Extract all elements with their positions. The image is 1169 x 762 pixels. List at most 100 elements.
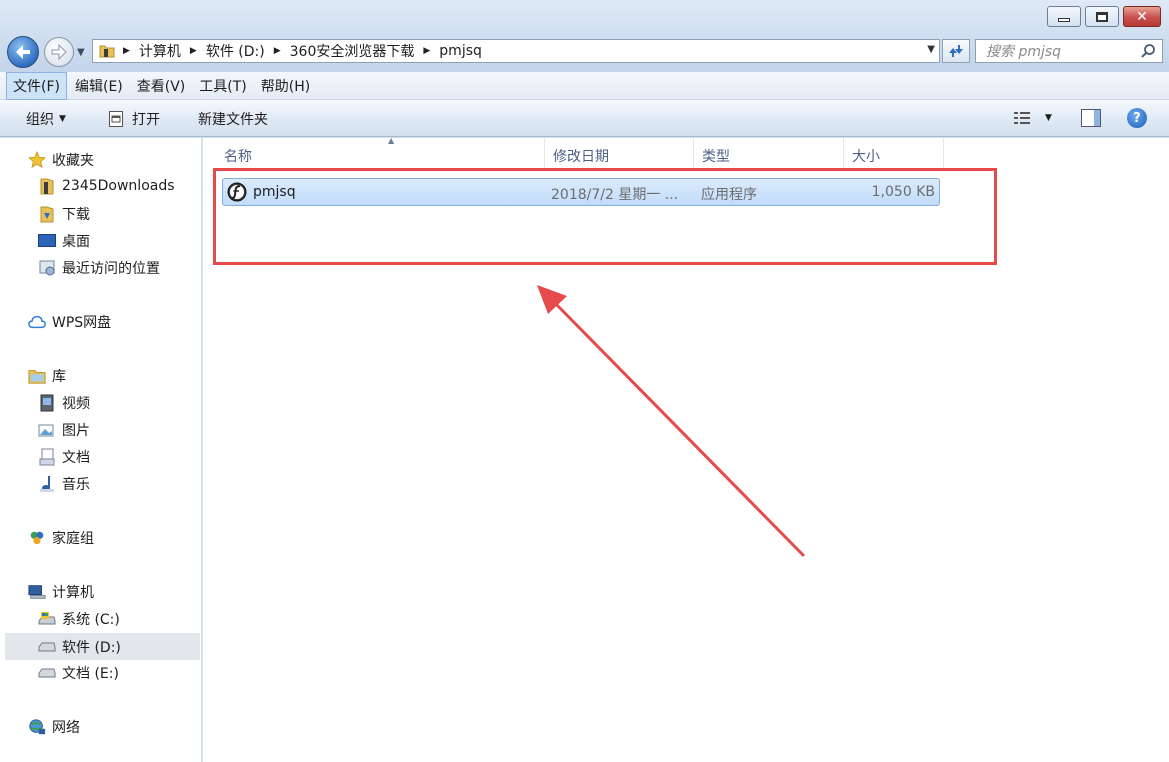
help-button[interactable]: ? [1127,108,1147,128]
address-bar[interactable]: ▶ 计算机 ▶ 软件 (D:) ▶ 360安全浏览器下载 ▶ pmjsq ▼ [92,39,940,63]
nav-favorites[interactable]: 收藏夹 [28,150,94,170]
nav-desktop[interactable]: 桌面 [38,231,90,251]
nav-videos-label: 视频 [62,396,90,412]
nav-downloads-label: 下载 [62,207,90,223]
nav-wps-cloud-label: WPS网盘 [52,315,112,331]
open-button[interactable]: 打开 [108,109,160,129]
nav-computer-label: 计算机 [52,585,94,601]
new-folder-button[interactable]: 新建文件夹 [198,109,268,129]
breadcrumb-separator-icon[interactable]: ▶ [274,46,281,56]
preview-pane-button[interactable] [1081,109,1101,127]
nav-drive-e[interactable]: 文档 (E:) [38,663,119,683]
column-header-size[interactable]: 大小 [844,138,944,168]
back-button[interactable] [7,36,39,68]
column-size-label: 大小 [852,149,880,165]
nav-documents[interactable]: 文档 [38,447,90,467]
nav-libraries[interactable]: 库 [28,366,66,386]
documents-icon [38,448,56,466]
refresh-icon [949,45,963,57]
open-label: 打开 [132,112,160,128]
minimize-button[interactable] [1047,6,1081,27]
nav-downloads[interactable]: 下载 [38,204,90,224]
recent-pages-dropdown-icon[interactable]: ▼ [77,47,85,58]
change-view-button[interactable]: ▼ [1013,110,1052,126]
refresh-button[interactable] [942,39,970,63]
nav-pictures[interactable]: 图片 [38,420,90,440]
new-folder-label: 新建文件夹 [198,112,268,128]
nav-pictures-label: 图片 [62,423,90,439]
network-icon [28,718,46,736]
organize-label: 组织 [26,112,54,128]
maximize-icon [1096,11,1108,22]
nav-libraries-label: 库 [52,369,66,385]
search-placeholder: 搜索 pmjsq [986,44,1062,60]
menu-view[interactable]: 查看(V) [131,73,192,99]
nav-2345downloads-label: 2345Downloads [62,178,175,194]
nav-homegroup[interactable]: 家庭组 [28,528,94,548]
file-row-pmjsq[interactable]: pmjsq 2018/7/2 星期一 ... 应用程序 1,050 KB [222,178,940,206]
menu-help[interactable]: 帮助(H) [255,73,316,99]
breadcrumb-separator-icon[interactable]: ▶ [190,46,197,56]
folder-icon [99,45,115,58]
file-type: 应用程序 [701,187,757,203]
desktop-icon [38,232,56,250]
menu-tools[interactable]: 工具(T) [193,73,252,99]
menu-file[interactable]: 文件(F) [6,71,67,100]
nav-drive-e-label: 文档 (E:) [62,666,119,682]
folder-icon [38,177,56,195]
nav-network-label: 网络 [52,720,80,736]
column-name-label: 名称 [224,149,252,165]
nav-computer[interactable]: 计算机 [28,582,94,602]
close-icon: ✕ [1136,8,1148,25]
column-header-modified[interactable]: 修改日期 [545,138,694,168]
nav-documents-label: 文档 [62,450,90,466]
sort-ascending-icon: ▲ [388,136,395,145]
nav-videos[interactable]: 视频 [38,393,90,413]
nav-favorites-label: 收藏夹 [52,153,94,169]
system-drive-icon [38,610,56,628]
column-header-name[interactable]: ▲ 名称 [216,136,545,168]
downloads-folder-icon [38,205,56,223]
search-input[interactable]: 搜索 pmjsq [975,39,1163,63]
application-icon [227,182,247,202]
breadcrumb-pmjsq[interactable]: pmjsq [439,43,482,59]
forward-button[interactable] [44,37,74,67]
close-button[interactable]: ✕ [1123,6,1161,27]
breadcrumb-separator-icon[interactable]: ▶ [423,46,430,56]
nav-2345downloads[interactable]: 2345Downloads [38,177,175,195]
breadcrumb-browser-downloads[interactable]: 360安全浏览器下载 [290,41,415,61]
minimize-icon [1058,17,1070,22]
drive-icon [38,638,56,656]
menu-edit[interactable]: 编辑(E) [69,73,129,99]
navigation-pane: 收藏夹 2345Downloads 下载 桌面 最近访问的位置 WPS网盘 库 … [0,138,202,762]
organize-button[interactable]: 组织 ▼ [26,109,66,129]
address-dropdown-icon[interactable]: ▼ [927,44,935,55]
pictures-icon [38,421,56,439]
recent-places-icon [38,259,56,277]
nav-wps-cloud[interactable]: WPS网盘 [28,312,111,332]
breadcrumb-drive-d[interactable]: 软件 (D:) [206,41,265,61]
computer-icon [28,583,46,601]
nav-drive-d[interactable]: 软件 (D:) [5,633,200,660]
nav-recent-places[interactable]: 最近访问的位置 [38,258,160,278]
nav-drive-c-label: 系统 (C:) [62,612,120,628]
column-type-label: 类型 [702,149,730,165]
title-bar: ✕ ▼ ▶ 计算机 ▶ 软件 (D:) ▶ 360安全浏览器下载 ▶ pmjsq… [0,0,1169,72]
drive-icon [38,664,56,682]
chevron-down-icon: ▼ [1045,113,1052,123]
star-icon [28,151,46,169]
maximize-button[interactable] [1085,6,1119,27]
nav-music[interactable]: 音乐 [38,474,90,494]
column-header-type[interactable]: 类型 [694,138,844,168]
video-icon [38,394,56,412]
file-list-pane: ▲ 名称 修改日期 类型 大小 pmjsq 2018/7/2 星期一 ... 应… [203,136,1169,762]
breadcrumb-separator-icon[interactable]: ▶ [123,46,130,56]
nav-network[interactable]: 网络 [28,717,80,737]
nav-desktop-label: 桌面 [62,234,90,250]
music-icon [38,475,56,493]
column-modified-label: 修改日期 [553,149,609,165]
nav-drive-c[interactable]: 系统 (C:) [38,609,120,629]
breadcrumb-computer[interactable]: 计算机 [139,41,181,61]
view-list-icon [1014,112,1030,124]
homegroup-icon [28,529,46,547]
